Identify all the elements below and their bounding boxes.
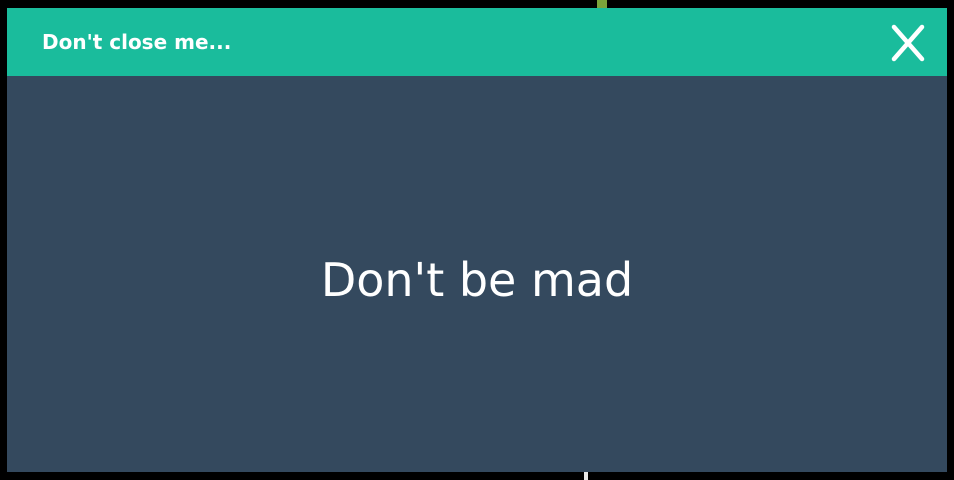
dialog-message: Don't be mad <box>320 253 634 307</box>
background-decoration <box>584 472 588 480</box>
popup-dialog: Don't close me... Don't be mad <box>7 8 947 472</box>
close-icon <box>891 24 925 62</box>
dialog-body: Don't be mad <box>7 76 947 472</box>
dialog-title: Don't close me... <box>42 30 232 54</box>
close-button[interactable] <box>887 22 929 64</box>
dialog-titlebar: Don't close me... <box>7 8 947 76</box>
background-decoration <box>597 0 607 8</box>
